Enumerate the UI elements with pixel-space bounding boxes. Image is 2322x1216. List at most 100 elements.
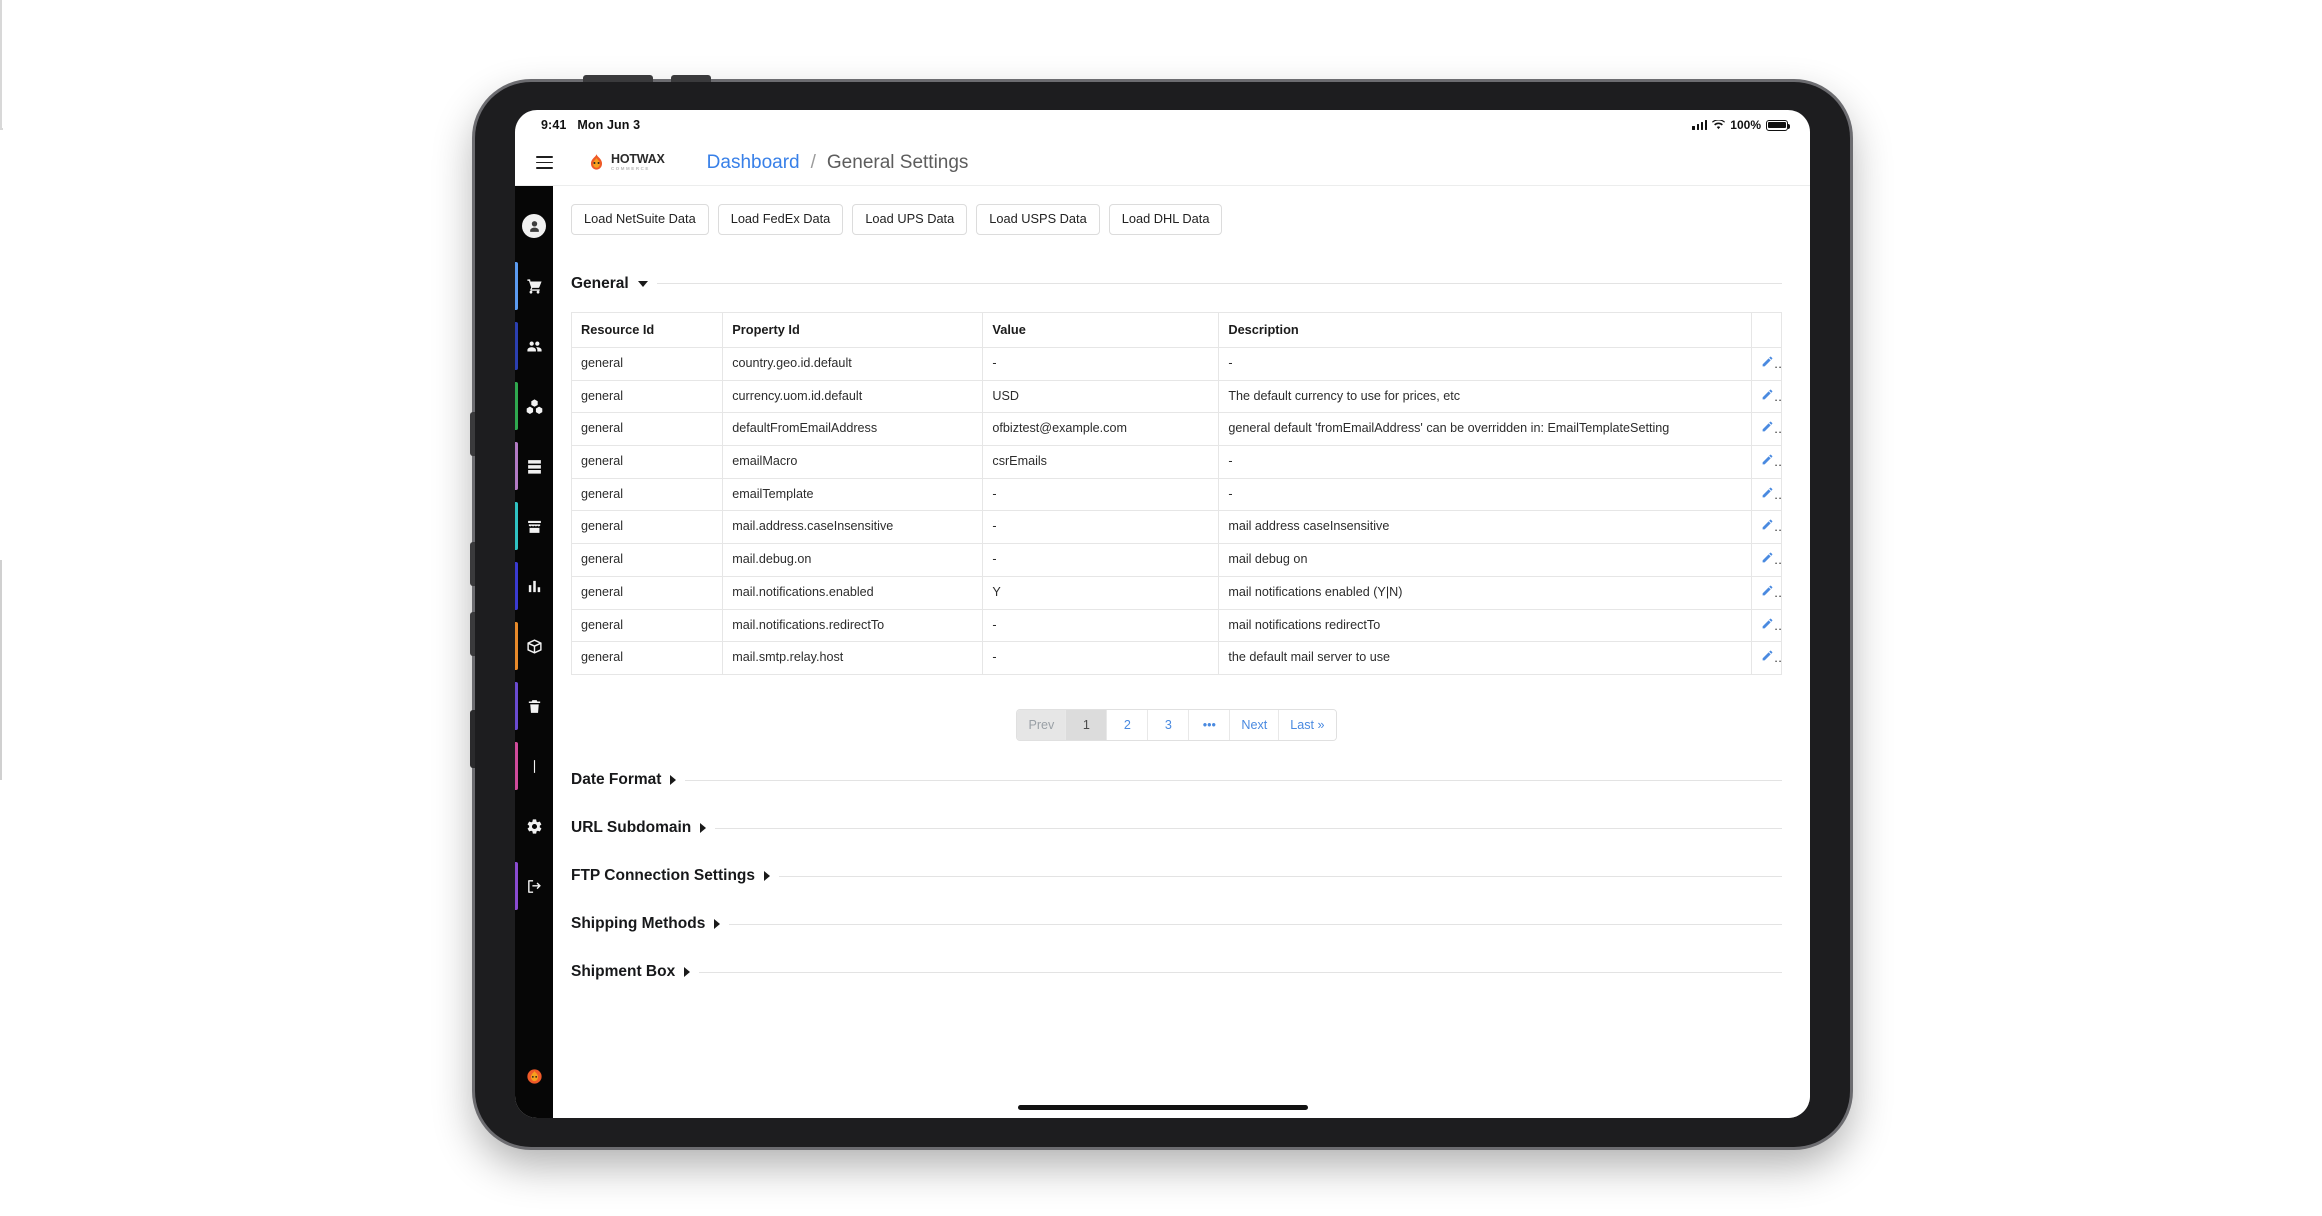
- load-ups-data-button[interactable]: Load UPS Data: [852, 204, 968, 235]
- load-dhl-data-button[interactable]: Load DHL Data: [1108, 204, 1223, 235]
- shipment-box-section[interactable]: Shipment Box: [571, 963, 1782, 981]
- pencil-icon[interactable]: [1761, 649, 1774, 662]
- cell-property-id: mail.smtp.relay.host: [722, 641, 984, 676]
- breadcrumb-dashboard-link[interactable]: Dashboard: [707, 152, 800, 174]
- device-side-button: [470, 612, 475, 656]
- table-row: general mail.smtp.relay.host - the default …: [570, 641, 1783, 676]
- sidebar-item-bug-report[interactable]: [515, 1046, 553, 1106]
- breadcrumb-separator: /: [810, 151, 816, 173]
- pagination-last-button[interactable]: Last »: [1279, 710, 1336, 741]
- pencil-icon[interactable]: [1761, 355, 1774, 368]
- cell-actions: [1750, 575, 1783, 610]
- sidebar-item-reports[interactable]: [515, 556, 553, 616]
- sidebar-accent-bar: [515, 322, 518, 370]
- table-row: general emailMacro csrEmails -: [570, 444, 1783, 479]
- load-netsuite-data-button[interactable]: Load NetSuite Data: [571, 204, 709, 235]
- section-divider: [656, 283, 1782, 285]
- sidebar-item-trash[interactable]: [515, 676, 553, 736]
- sidebar-rail: [515, 186, 553, 1118]
- cell-value: Y: [982, 575, 1220, 610]
- cart-icon: [526, 278, 542, 294]
- cell-description: mail notifications redirectTo: [1218, 608, 1752, 643]
- sidebar-item-facilities[interactable]: [515, 496, 553, 556]
- ftp-connection-settings-section[interactable]: FTP Connection Settings: [571, 867, 1782, 885]
- general-section-header[interactable]: General: [571, 275, 1782, 293]
- pencil-icon[interactable]: [1761, 617, 1774, 630]
- status-bar-date: Mon Jun 3: [577, 118, 641, 132]
- app-body: Load NetSuite Data Load FedEx Data Load …: [515, 186, 1810, 1118]
- pencil-icon[interactable]: [1761, 420, 1774, 433]
- device-side-button: [470, 710, 475, 768]
- section-divider: [779, 875, 1782, 877]
- load-fedex-data-button[interactable]: Load FedEx Data: [717, 204, 844, 235]
- pagination-next-button[interactable]: Next: [1230, 710, 1280, 741]
- chevron-right-icon[interactable]: [700, 823, 707, 834]
- box-icon: [526, 638, 542, 654]
- breadcrumb-current-page: General Settings: [826, 151, 969, 173]
- table-row: general mail.notifications.redirectTo - mai…: [570, 608, 1783, 643]
- sidebar-accent-bar: [515, 442, 518, 490]
- tablet-device-frame: 9:41 Mon Jun 3 100% HOTWAX COMMERCE Dash…: [470, 75, 1850, 1147]
- table-row: general country.geo.id.default - -: [570, 346, 1783, 381]
- bug-icon: [526, 1068, 542, 1084]
- cell-property-id: mail.address.caseInsensitive: [722, 510, 984, 545]
- chevron-right-icon[interactable]: [670, 775, 677, 786]
- date-format-section[interactable]: Date Format: [571, 771, 1782, 789]
- sidebar-item-user-avatar[interactable]: [515, 196, 553, 256]
- pencil-icon[interactable]: [1761, 486, 1774, 499]
- avatar: [522, 214, 546, 238]
- cell-actions: [1750, 412, 1783, 446]
- pagination-page-3[interactable]: 3: [1148, 710, 1190, 741]
- column-header-value: Value: [982, 311, 1220, 348]
- screenshot-stage: 9:41 Mon Jun 3 100% HOTWAX COMMERCE Dash…: [0, 0, 2322, 1216]
- gear-icon: [527, 818, 541, 834]
- sidebar-accent-bar: [515, 622, 518, 670]
- brand-name: HOTWAX: [611, 152, 665, 167]
- url-subdomain-title: URL Subdomain: [571, 819, 692, 837]
- hamburger-menu-icon[interactable]: [527, 146, 561, 180]
- sidebar-item-inventory[interactable]: [515, 376, 553, 436]
- device-side-button: [470, 542, 475, 586]
- sidebar-item-settings[interactable]: [515, 796, 553, 856]
- pagination-ellipsis[interactable]: •••: [1189, 710, 1231, 741]
- sidebar-item-logout[interactable]: [515, 856, 553, 916]
- cell-description: The default currency to use for prices, …: [1218, 379, 1752, 414]
- section-divider: [685, 779, 1782, 781]
- brand-subtitle: COMMERCE: [611, 166, 650, 172]
- chevron-right-icon[interactable]: [714, 919, 721, 930]
- pencil-icon[interactable]: [1761, 388, 1774, 401]
- sidebar-item-shipping[interactable]: [515, 616, 553, 676]
- chevron-right-icon[interactable]: [684, 967, 691, 978]
- pencil-icon[interactable]: [1761, 551, 1774, 564]
- pencil-icon[interactable]: [1761, 584, 1774, 597]
- pencil-icon[interactable]: [1761, 453, 1774, 466]
- cell-value: USD: [982, 379, 1220, 414]
- sidebar-item-divider[interactable]: [515, 736, 553, 796]
- pagination-prev-button[interactable]: Prev: [1017, 710, 1067, 741]
- battery-icon: [1766, 119, 1791, 131]
- sidebar-item-orders[interactable]: [515, 256, 553, 316]
- cell-description: mail notifications enabled (Y|N): [1218, 575, 1752, 610]
- chevron-down-icon[interactable]: [637, 280, 648, 287]
- shipping-methods-section[interactable]: Shipping Methods: [571, 915, 1782, 933]
- load-usps-data-button[interactable]: Load USPS Data: [976, 204, 1100, 235]
- general-settings-table: Resource Id Property Id Value Descriptio…: [570, 311, 1783, 676]
- cell-value: -: [982, 608, 1220, 643]
- url-subdomain-section[interactable]: URL Subdomain: [571, 819, 1782, 837]
- battery-percentage: 100%: [1730, 118, 1761, 132]
- date-format-title: Date Format: [571, 771, 662, 789]
- sidebar-item-users[interactable]: [515, 316, 553, 376]
- sidebar-accent-bar: [515, 382, 518, 430]
- breadcrumb: Dashboard / General Settings: [707, 152, 969, 174]
- sidebar-item-catalog[interactable]: [515, 436, 553, 496]
- cell-description: -: [1218, 346, 1752, 381]
- chevron-right-icon[interactable]: [764, 871, 770, 882]
- cell-resource-id: general: [570, 641, 724, 676]
- pagination-page-1[interactable]: 1: [1066, 710, 1108, 741]
- chart-icon: [528, 580, 540, 592]
- cell-resource-id: general: [570, 444, 724, 479]
- table-row: general emailTemplate - -: [570, 477, 1783, 512]
- pencil-icon[interactable]: [1761, 518, 1774, 531]
- pagination-page-2[interactable]: 2: [1107, 710, 1149, 741]
- section-divider: [729, 923, 1782, 925]
